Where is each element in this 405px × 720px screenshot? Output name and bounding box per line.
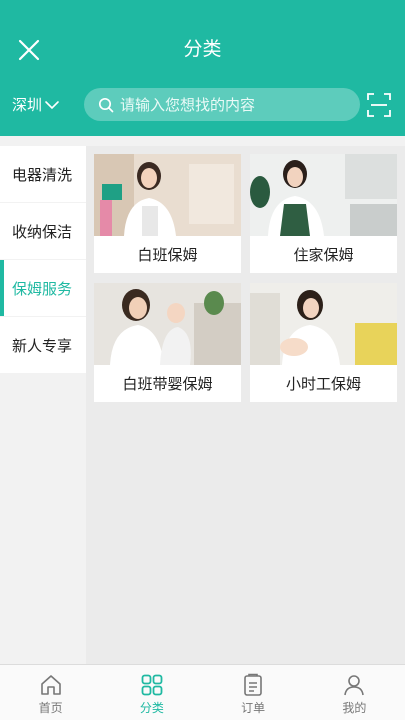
sidebar-item-label: 收纳保洁 [12, 222, 73, 241]
tab-orders[interactable]: 订单 [203, 665, 304, 720]
city-selector[interactable]: 深圳 [12, 94, 60, 116]
category-sidebar: 电器清洗 收纳保洁 保姆服务 新人专享 [0, 146, 86, 664]
service-card-hourly-nanny[interactable]: 小时工保姆 [250, 283, 397, 402]
service-card-label: 住家保姆 [293, 246, 354, 264]
page-title: 分类 [183, 38, 222, 60]
service-grid: 白班保姆 住家保姆 白班带婴保姆 小时工保姆 [86, 146, 405, 664]
home-icon [40, 675, 61, 695]
sidebar-item-label: 保姆服务 [12, 279, 73, 298]
tab-mine[interactable]: 我的 [304, 665, 405, 720]
grid-icon [141, 674, 163, 696]
tab-label: 订单 [241, 701, 266, 715]
service-card-label: 小时工保姆 [285, 375, 361, 393]
sidebar-item-appliance-cleaning[interactable]: 电器清洗 [0, 146, 86, 202]
clipboard-icon [244, 673, 262, 696]
service-photo [94, 283, 241, 365]
user-icon [344, 675, 365, 696]
city-label: 深圳 [12, 96, 43, 114]
chevron-down-icon [45, 101, 59, 110]
service-photo [250, 283, 397, 365]
search-bar[interactable] [84, 88, 360, 121]
header-bar: 分类 深圳 [0, 0, 405, 136]
service-card-live-in-nanny[interactable]: 住家保姆 [250, 154, 397, 273]
sidebar-item-label: 新人专享 [12, 336, 73, 355]
search-input[interactable] [120, 95, 340, 114]
service-photo [250, 154, 397, 236]
tab-home[interactable]: 首页 [0, 665, 101, 720]
sidebar-item-label: 电器清洗 [12, 165, 73, 184]
sidebar-item-newcomer-exclusive[interactable]: 新人专享 [0, 317, 86, 373]
tab-label: 首页 [38, 701, 63, 715]
service-card-day-infant-nanny[interactable]: 白班带婴保姆 [94, 283, 241, 402]
service-photo [94, 154, 241, 236]
tab-label: 分类 [139, 701, 164, 715]
sidebar-item-nanny-service[interactable]: 保姆服务 [0, 260, 86, 316]
service-card-day-nanny[interactable]: 白班保姆 [94, 154, 241, 273]
scan-icon [367, 93, 391, 117]
service-card-label: 白班保姆 [137, 246, 198, 264]
sidebar-item-organizing-cleaning[interactable]: 收纳保洁 [0, 203, 86, 259]
bottom-tab-bar: 首页 分类 订单 我的 [0, 664, 405, 720]
tab-category[interactable]: 分类 [101, 665, 202, 720]
service-card-label: 白班带婴保姆 [122, 375, 213, 393]
scan-button[interactable] [366, 92, 392, 118]
search-icon [98, 97, 114, 112]
tab-label: 我的 [342, 701, 367, 715]
